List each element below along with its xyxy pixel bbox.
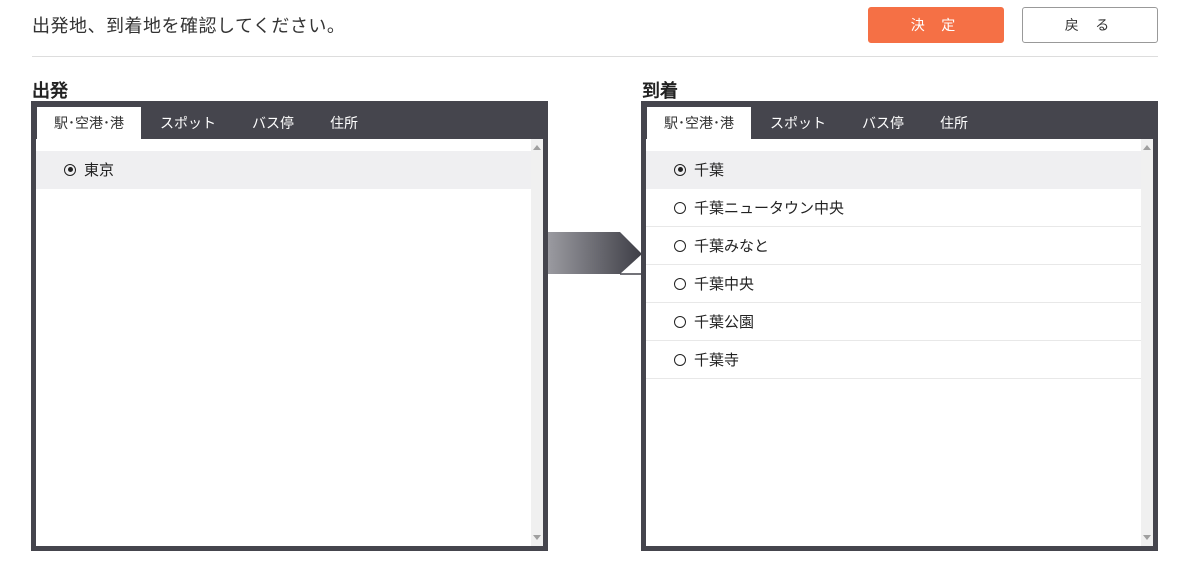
arrival-list: 千葉 千葉ニュータウン中央 千葉みなと 千葉中央 千葉公園 千葉寺 bbox=[646, 139, 1153, 546]
arrival-tab-bus-stop[interactable]: バス停 bbox=[845, 107, 921, 139]
arrival-tabs: 駅･空港･港 スポット バス停 住所 bbox=[646, 101, 1153, 139]
arrival-panel: 駅･空港･港 スポット バス停 住所 千葉 千葉ニュータウン中央 千葉みなと 千… bbox=[641, 101, 1158, 551]
list-item-label: 千葉公園 bbox=[694, 313, 755, 331]
departure-tabs: 駅･空港･港 スポット バス停 住所 bbox=[36, 101, 543, 139]
radio-unselected-icon[interactable] bbox=[674, 353, 686, 366]
departure-panel: 駅･空港･港 スポット バス停 住所 東京 bbox=[31, 101, 548, 551]
arrival-title: 到着 bbox=[642, 81, 678, 102]
list-item-label: 千葉寺 bbox=[694, 351, 740, 369]
list-item-label: 千葉ニュータウン中央 bbox=[694, 199, 845, 217]
direction-arrow-icon bbox=[548, 232, 643, 275]
instruction-text: 出発地、到着地を確認してください。 bbox=[32, 16, 346, 37]
radio-selected-icon[interactable] bbox=[64, 163, 76, 176]
arrival-tab-spot[interactable]: スポット bbox=[753, 107, 843, 139]
departure-title: 出発 bbox=[32, 81, 68, 102]
scroll-down-icon[interactable] bbox=[533, 535, 541, 540]
departure-list: 東京 bbox=[36, 139, 543, 546]
list-item[interactable]: 東京 bbox=[36, 151, 531, 189]
departure-tab-spot[interactable]: スポット bbox=[143, 107, 233, 139]
scroll-up-icon[interactable] bbox=[533, 145, 541, 150]
departure-tab-address[interactable]: 住所 bbox=[313, 107, 375, 139]
list-item-label: 千葉中央 bbox=[694, 275, 755, 293]
arrival-list-items: 千葉 千葉ニュータウン中央 千葉みなと 千葉中央 千葉公園 千葉寺 bbox=[646, 151, 1141, 379]
list-item[interactable]: 千葉中央 bbox=[646, 265, 1141, 303]
radio-unselected-icon[interactable] bbox=[674, 277, 686, 290]
scroll-up-icon[interactable] bbox=[1143, 145, 1151, 150]
departure-tab-bus-stop[interactable]: バス停 bbox=[235, 107, 311, 139]
arrival-scrollbar[interactable] bbox=[1141, 139, 1153, 546]
back-button[interactable]: 戻 る bbox=[1022, 7, 1158, 43]
list-item[interactable]: 千葉寺 bbox=[646, 341, 1141, 379]
arrival-tab-address[interactable]: 住所 bbox=[923, 107, 985, 139]
list-item-label: 千葉 bbox=[694, 161, 725, 179]
scroll-down-icon[interactable] bbox=[1143, 535, 1151, 540]
departure-scrollbar[interactable] bbox=[531, 139, 543, 546]
radio-unselected-icon[interactable] bbox=[674, 315, 686, 328]
radio-selected-icon[interactable] bbox=[674, 163, 686, 176]
list-item[interactable]: 千葉ニュータウン中央 bbox=[646, 189, 1141, 227]
list-item[interactable]: 千葉公園 bbox=[646, 303, 1141, 341]
departure-tab-station[interactable]: 駅･空港･港 bbox=[37, 107, 141, 139]
list-item[interactable]: 千葉みなと bbox=[646, 227, 1141, 265]
list-item-label: 千葉みなと bbox=[694, 237, 770, 255]
list-item[interactable]: 千葉 bbox=[646, 151, 1141, 189]
list-item-label: 東京 bbox=[84, 161, 115, 179]
radio-unselected-icon[interactable] bbox=[674, 201, 686, 214]
arrival-tab-station[interactable]: 駅･空港･港 bbox=[647, 107, 751, 139]
header-divider bbox=[32, 56, 1158, 57]
radio-unselected-icon[interactable] bbox=[674, 239, 686, 252]
confirm-button[interactable]: 決 定 bbox=[868, 7, 1004, 43]
departure-list-items: 東京 bbox=[36, 151, 531, 189]
